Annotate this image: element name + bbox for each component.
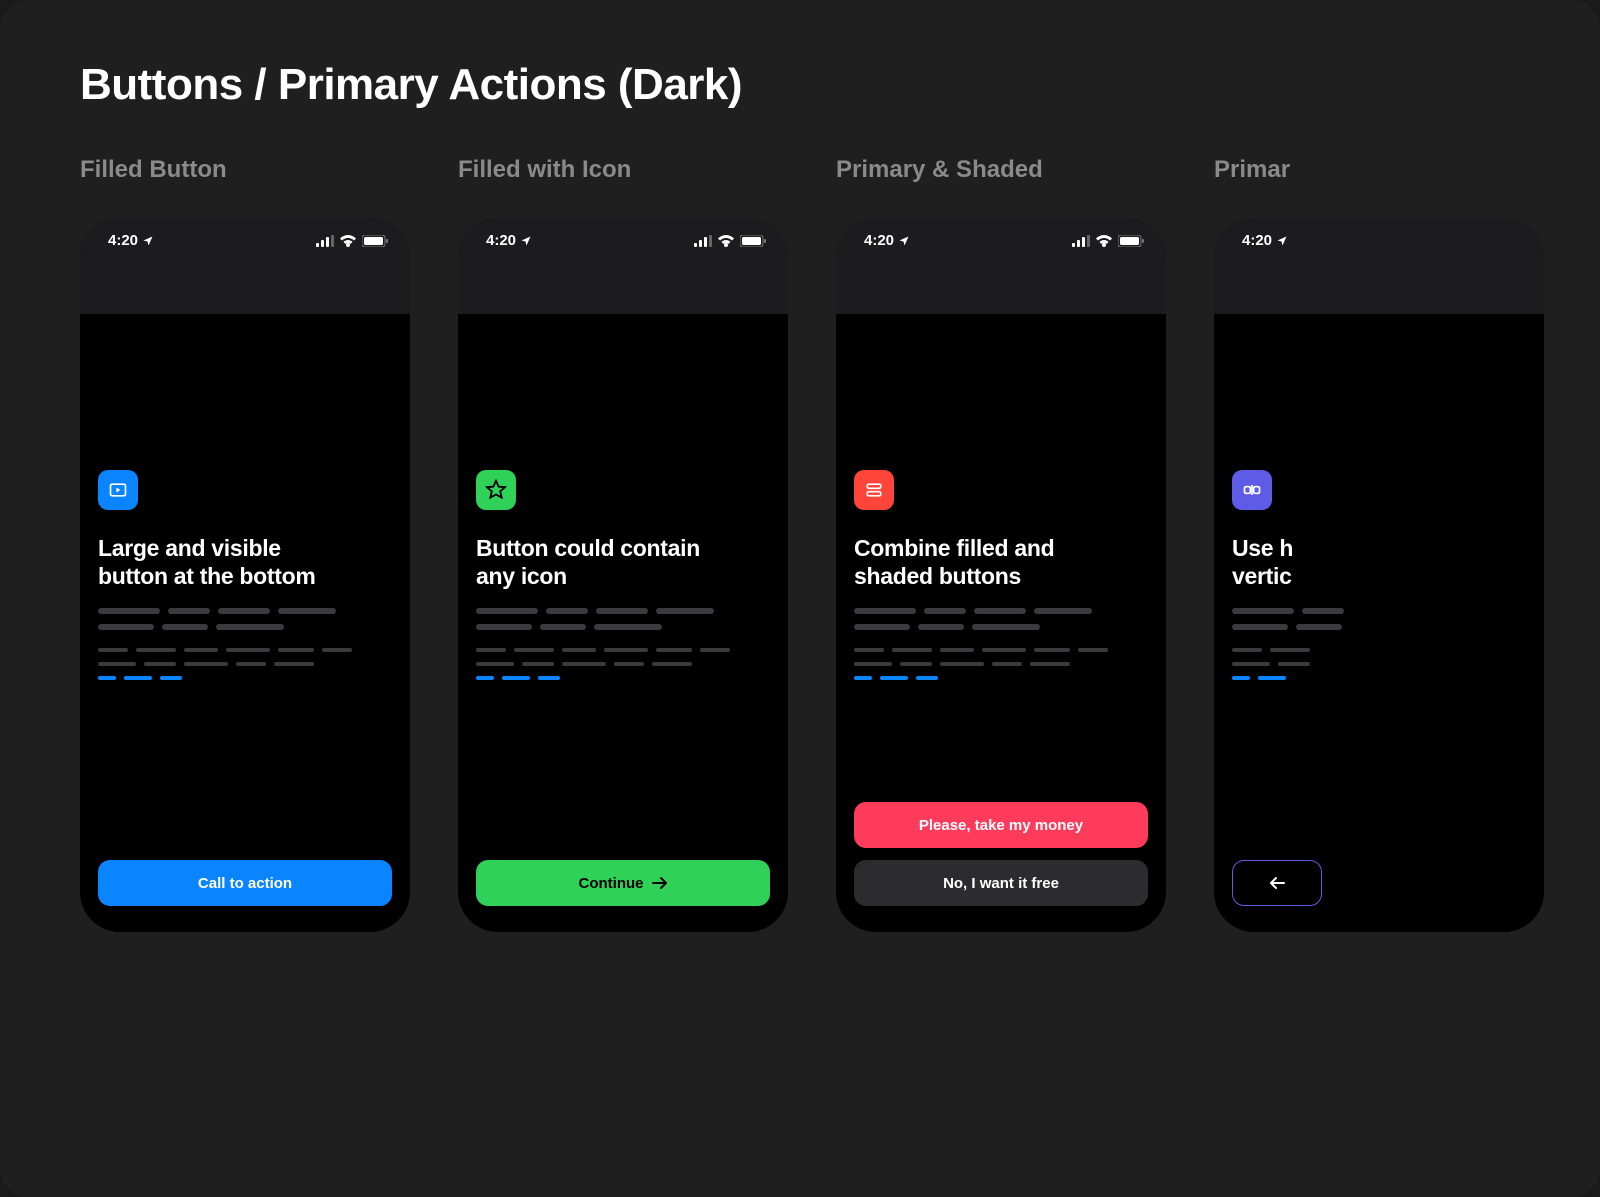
battery-icon bbox=[362, 235, 388, 247]
placeholder-text bbox=[854, 608, 1148, 680]
play-box-icon bbox=[98, 470, 138, 510]
location-icon bbox=[520, 235, 532, 247]
status-time: 4:20 bbox=[486, 232, 516, 249]
card-heading: Combine filled and shaded buttons bbox=[854, 534, 1148, 590]
variant-label: Primary & Shaded bbox=[836, 156, 1166, 184]
card-heading: Large and visible button at the bottom bbox=[98, 534, 392, 590]
battery-icon bbox=[1118, 235, 1144, 247]
variant-primary-and-shaded: Primary & Shaded 4:20 bbox=[836, 156, 1166, 932]
location-icon bbox=[142, 235, 154, 247]
status-time: 4:20 bbox=[1242, 232, 1272, 249]
variant-label: Filled Button bbox=[80, 156, 410, 184]
arrow-left-icon bbox=[1269, 876, 1285, 890]
status-bar: 4:20 bbox=[80, 218, 410, 249]
location-icon bbox=[898, 235, 910, 247]
variant-filled-button: Filled Button 4:20 bbox=[80, 156, 410, 932]
arrow-right-icon bbox=[652, 876, 668, 890]
cellular-icon bbox=[316, 235, 334, 247]
status-time: 4:20 bbox=[108, 232, 138, 249]
wifi-icon bbox=[340, 235, 356, 247]
secondary-button[interactable]: No, I want it free bbox=[854, 860, 1148, 906]
card-heading: Button could contain any icon bbox=[476, 534, 770, 590]
back-button[interactable] bbox=[1232, 860, 1322, 906]
placeholder-text bbox=[476, 608, 770, 680]
variant-partial: Primar 4:20 bbox=[1214, 156, 1544, 932]
star-icon bbox=[476, 470, 516, 510]
status-bar: 4:20 bbox=[836, 218, 1166, 249]
battery-icon bbox=[740, 235, 766, 247]
wifi-icon bbox=[718, 235, 734, 247]
variant-label: Primar bbox=[1214, 156, 1544, 184]
page-title: Buttons / Primary Actions (Dark) bbox=[80, 60, 1600, 110]
continue-button[interactable]: Continue bbox=[476, 860, 770, 906]
primary-button[interactable]: Please, take my money bbox=[854, 802, 1148, 848]
placeholder-text bbox=[98, 608, 392, 680]
variant-label: Filled with Icon bbox=[458, 156, 788, 184]
card-heading: Use h vertic bbox=[1232, 534, 1526, 590]
design-canvas: Buttons / Primary Actions (Dark) Filled … bbox=[0, 0, 1600, 1197]
placeholder-text bbox=[1232, 608, 1526, 680]
variants-row: Filled Button 4:20 bbox=[80, 156, 1600, 932]
cellular-icon bbox=[694, 235, 712, 247]
wifi-icon bbox=[1096, 235, 1112, 247]
status-bar: 4:20 bbox=[1214, 218, 1544, 249]
call-to-action-button[interactable]: Call to action bbox=[98, 860, 392, 906]
cellular-icon bbox=[1072, 235, 1090, 247]
phone-status-area: 4:20 bbox=[80, 218, 410, 314]
phone-mockup: 4:20 bbox=[80, 218, 410, 932]
phone-mockup: 4:20 bbox=[836, 218, 1166, 932]
status-bar: 4:20 bbox=[458, 218, 788, 249]
split-icon bbox=[1232, 470, 1272, 510]
phone-mockup: 4:20 bbox=[458, 218, 788, 932]
rows-icon bbox=[854, 470, 894, 510]
status-time: 4:20 bbox=[864, 232, 894, 249]
location-icon bbox=[1276, 235, 1288, 247]
phone-mockup: 4:20 Use h vertic bbox=[1214, 218, 1544, 932]
variant-filled-with-icon: Filled with Icon 4:20 bbox=[458, 156, 788, 932]
